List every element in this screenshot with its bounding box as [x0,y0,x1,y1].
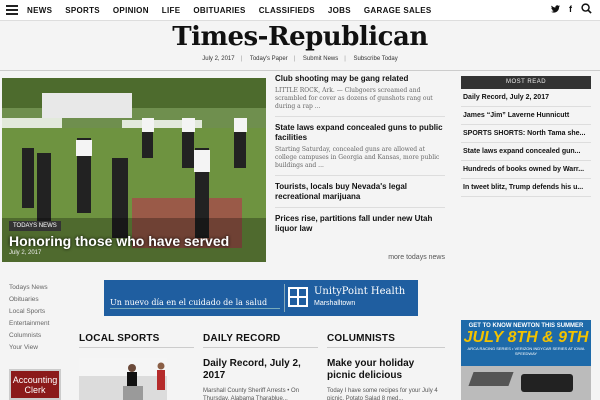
most-read-item[interactable]: In tweet blitz, Trump defends his u... [461,179,591,197]
newton-ad-date: JULY 8TH & 9TH [463,329,589,346]
newton-ad-heading: GET TO KNOW NEWTON THIS SUMMER [468,323,584,329]
most-read-panel: MOST READ Daily Record, July 2, 2017 Jam… [461,76,591,197]
hero-category-tag[interactable]: TODAYS NEWS [9,221,61,231]
daily-record-headline[interactable]: Daily Record, July 2, 2017 [203,358,318,382]
menu-icon[interactable] [6,5,18,15]
newton-ad-sub: ARCA RACING SERIES • VERIZON INDYCAR SER… [467,346,585,356]
section-title-local-sports[interactable]: LOCAL SPORTS [79,333,160,344]
main-nav: NEWS SPORTS OPINION LIFE OBITUARIES CLAS… [27,0,445,21]
nav-life[interactable]: LIFE [162,0,181,21]
link-obituaries[interactable]: Obituaries [9,294,49,306]
masthead-date: July 2, 2017 [202,56,235,62]
link-columnists[interactable]: Columnists [9,330,49,342]
section-title-daily-record[interactable]: DAILY RECORD [203,333,280,344]
link-entertainment[interactable]: Entertainment [9,318,49,330]
nav-news[interactable]: NEWS [27,0,52,21]
story-headline[interactable]: Tourists, locals buy Nevada's legal recr… [275,182,445,202]
section-divider [203,347,318,348]
nav-opinion[interactable]: OPINION [113,0,149,21]
more-news-link[interactable]: more todays news [275,254,445,261]
link-local-sports[interactable]: Local Sports [9,306,49,318]
most-read-heading: MOST READ [461,76,591,89]
most-read-item[interactable]: SPORTS SHORTS: North Tama she... [461,125,591,143]
story-snippet: LITTLE ROCK, Ark. — Clubgoers screamed a… [275,87,433,110]
nav-garage-sales[interactable]: GARAGE SALES [364,0,432,21]
submit-news-link[interactable]: Submit News [303,56,338,62]
hero-date: July 2, 2017 [9,250,42,256]
twitter-icon[interactable] [551,4,560,13]
search-icon[interactable] [581,3,592,14]
most-read-item[interactable]: Hundreds of books owned by Warr... [461,161,591,179]
masthead-subline: July 2, 2017 | Today's Paper | Submit News… [202,56,398,62]
nav-sports[interactable]: SPORTS [65,0,100,21]
most-read-item[interactable]: State laws expand concealed gun... [461,143,591,161]
section-divider [79,347,194,348]
story-headline[interactable]: Club shooting may be gang related [275,74,445,84]
facebook-icon[interactable]: f [569,4,572,14]
ad-underline [110,308,280,309]
todays-paper-link[interactable]: Today's Paper [250,56,288,62]
subscribe-link[interactable]: Subscribe Today [354,56,398,62]
list-item[interactable]: Club shooting may be gang related LITTLE… [275,74,445,117]
newton-ad[interactable]: GET TO KNOW NEWTON THIS SUMMER JULY 8TH … [461,320,591,400]
link-todays-news[interactable]: Todays News [9,282,49,294]
columnists-headline[interactable]: Make your holiday picnic delicious [327,358,445,382]
story-headline[interactable]: Prices rise, partitions fall under new U… [275,214,445,234]
cross-logo-icon [288,287,308,307]
story-snippet: Starting Saturday, concealed guns are al… [275,146,440,169]
section-divider [327,347,445,348]
social-links: f [551,3,592,14]
unitypoint-ad-banner[interactable]: Un nuevo día en el cuidado de la salud U… [104,280,418,316]
nav-jobs[interactable]: JOBS [328,0,351,21]
list-item[interactable]: State laws expand concealed guns to publ… [275,123,445,176]
link-your-view[interactable]: Your View [9,342,49,354]
accounting-clerk-ad[interactable]: Accounting Clerk [9,369,61,400]
most-read-item[interactable]: James “Jim” Laverne Hunnicutt [461,107,591,125]
columnists-snippet: Today I have some recipes for your July … [327,388,438,400]
ad-divider [284,284,285,312]
news-list: Club shooting may be gang related LITTLE… [275,74,445,245]
top-nav-bar: NEWS SPORTS OPINION LIFE OBITUARIES CLAS… [0,0,600,21]
nav-classifieds[interactable]: CLASSIFIEDS [259,0,315,21]
list-item[interactable]: Tourists, locals buy Nevada's legal recr… [275,182,445,208]
ad-brand: UnityPoint Health [314,286,406,297]
local-sports-photo[interactable] [79,358,167,400]
hero-headline[interactable]: Honoring those who have served [9,233,229,249]
section-title-columnists[interactable]: COLUMNISTS [327,333,395,344]
ad-brand-sub: Marshalltown [314,300,356,307]
most-read-item[interactable]: Daily Record, July 2, 2017 [461,89,591,107]
daily-record-snippet: Marshall County Sheriff Arrests • On Thu… [203,388,300,400]
site-logo[interactable]: Times-Republican [0,22,600,52]
list-item[interactable]: Prices rise, partitions fall under new U… [275,214,445,239]
story-headline[interactable]: State laws expand concealed guns to publ… [275,123,445,143]
race-car-image [461,366,591,400]
ad-tagline: Un nuevo día en el cuidado de la salud [110,298,268,307]
section-links: Todays News Obituaries Local Sports Ente… [9,282,49,354]
masthead-divider [0,70,600,71]
nav-obituaries[interactable]: OBITUARIES [193,0,245,21]
